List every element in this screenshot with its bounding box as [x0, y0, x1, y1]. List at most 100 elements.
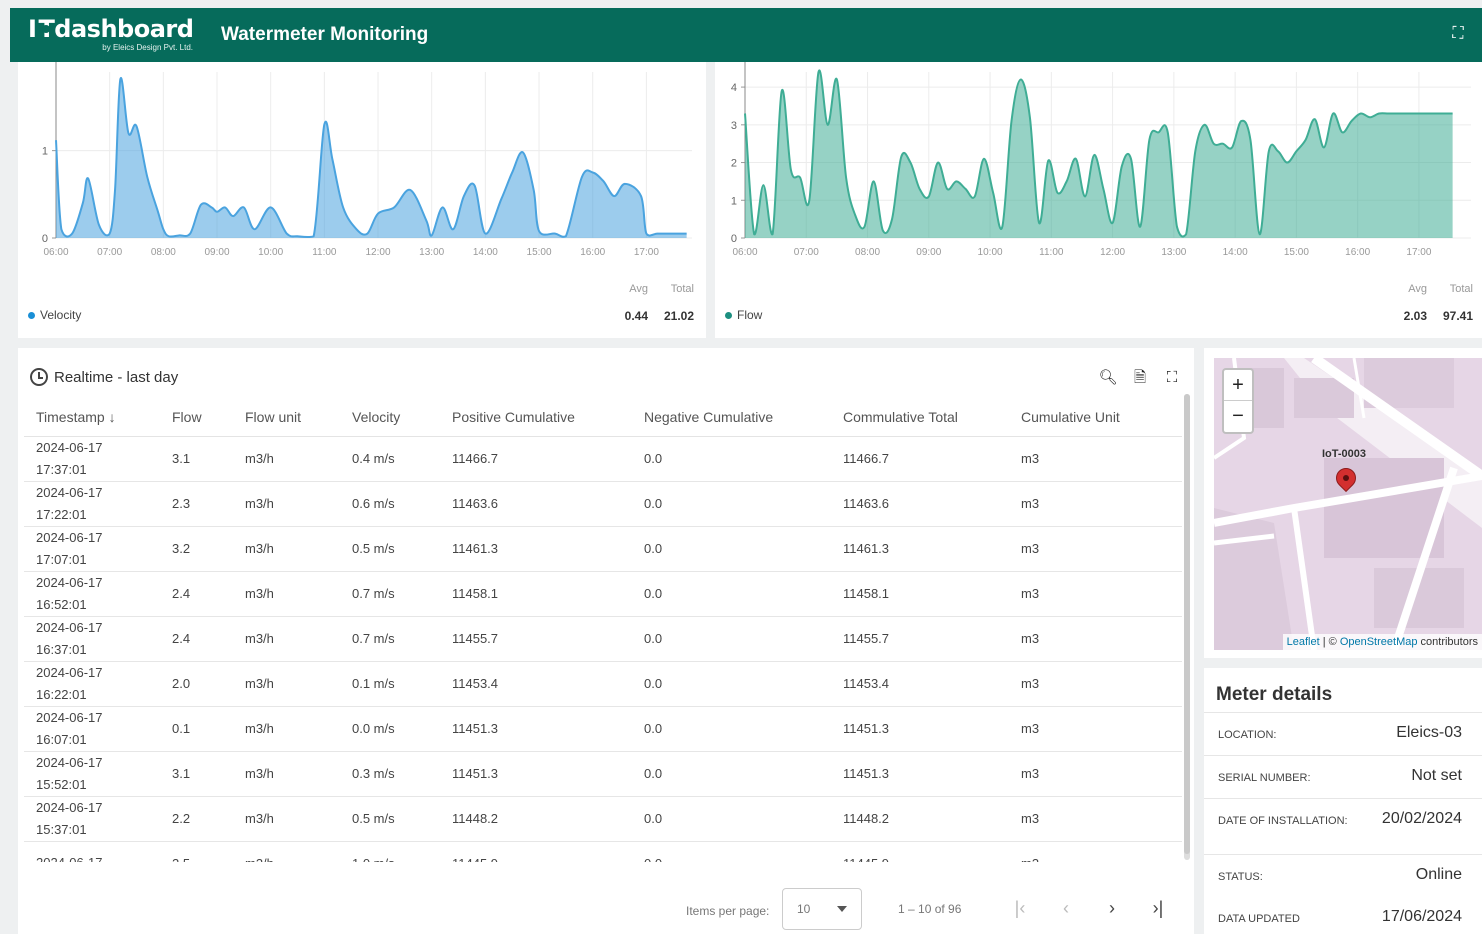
x-tick-label: 13:00 [419, 247, 444, 258]
cell-timestamp: 2024-06-17 16:37:01 [24, 616, 160, 662]
table-row[interactable]: 2024-06-17 15:52:01 3.1 m3/h 0.3 m/s 11451.3 0… [24, 751, 1182, 797]
first-page-icon[interactable]: |‹ [1008, 896, 1032, 920]
column-header-timestamp[interactable]: Timestamp ↓ [24, 398, 160, 437]
timestamp-time: 15:52:01 [36, 776, 87, 792]
legend-label: Velocity [40, 308, 82, 322]
table-cell: 2.0 [160, 661, 233, 707]
paginator: Items per page: 10 1 – 10 of 96 |‹ ‹ › ›… [18, 862, 1194, 934]
meter-key: DATA UPDATED [1218, 913, 1300, 925]
timestamp-time: 16:52:01 [36, 596, 87, 612]
table-row[interactable]: 2024-06-17 16:52:01 2.4 m3/h 0.7 m/s 11458.1 0… [24, 571, 1182, 617]
flow-chart: 06:00 07:00 08:00 09:00 10:00 11:00 12:00 13:00… [731, 62, 1471, 258]
table-cell: 11448.2 [440, 796, 632, 842]
table-cell: 11451.3 [440, 751, 632, 797]
table-cell: 0.0 [632, 436, 831, 482]
table-row[interactable]: 2024-06-17 16:37:01 2.4 m3/h 0.7 m/s 11455.7 0… [24, 616, 1182, 662]
table-cell: m3/h [233, 436, 340, 482]
x-tick-label: 09:00 [916, 247, 941, 258]
legend-dot-icon [28, 311, 35, 319]
last-page-icon[interactable]: ›| [1146, 896, 1170, 920]
column-header[interactable]: Flow unit [233, 398, 340, 437]
x-tick-label: 15:00 [527, 247, 552, 258]
y-tick-label: 0 [42, 233, 48, 245]
leaflet-link[interactable]: Leaflet [1287, 636, 1320, 648]
total-value: 21.02 [663, 309, 694, 323]
zoom-in-button[interactable]: + [1224, 370, 1252, 401]
velocity-legend[interactable]: Velocity [28, 308, 81, 322]
meter-key: LOCATION: [1218, 729, 1277, 741]
table-cell: 11453.4 [831, 661, 1009, 707]
column-header[interactable]: Positive Cumulative [440, 398, 632, 437]
flow-chart-card: 06:00 07:00 08:00 09:00 10:00 11:00 12:00 13:00… [715, 62, 1482, 338]
table-cell: 0.5 m/s [340, 526, 440, 572]
table-cell: 0.0 [632, 526, 831, 572]
table-cell: 11466.7 [831, 436, 1009, 482]
y-tick-label: 2 [731, 158, 737, 170]
table-cell: m3/h [233, 616, 340, 662]
realtime-data-table: Timestamp ↓ Flow Flow unit Velocity Posi… [24, 398, 1182, 862]
table-cell: 0.0 [632, 571, 831, 617]
table-cell: 11448.2 [831, 796, 1009, 842]
fullscreen-icon[interactable]: ⛶ [1162, 368, 1182, 388]
page-size-select[interactable]: 10 [782, 888, 862, 930]
table-cell: 11463.6 [440, 481, 632, 527]
timestamp-date: 2024-06-17 [36, 439, 103, 455]
table-cell: 0.0 m/s [340, 706, 440, 752]
column-header[interactable]: Flow [160, 398, 233, 437]
timestamp-time: 17:22:01 [36, 506, 87, 522]
arrow-down-icon: ↓ [108, 408, 116, 425]
page-title: Watermeter Monitoring [221, 24, 429, 45]
x-tick-label: 14:00 [473, 247, 498, 258]
osm-link[interactable]: OpenStreetMap [1340, 636, 1418, 648]
timestamp-date: 2024-06-17 [36, 484, 103, 500]
avg-value: 0.44 [624, 309, 648, 323]
timestamp-date: 2024-06-17 [36, 664, 103, 680]
table-cell: 11461.3 [831, 526, 1009, 572]
cell-timestamp: 2024-06-17 15:37:01 [24, 796, 160, 842]
avg-label: Avg [1408, 283, 1427, 295]
table-row[interactable]: 2024-06-17 15:37:01 2.2 m3/h 0.5 m/s 11448.2 0… [24, 796, 1182, 842]
x-tick-label: 12:00 [366, 247, 391, 258]
cell-timestamp: 2024-06-17 16:52:01 [24, 571, 160, 617]
meter-value: Not set [1411, 767, 1462, 784]
table-scroll-area[interactable]: Realtime - last day 🔍︎ 🗎︎ ⛶ Timestamp ↓ … [18, 348, 1194, 862]
timestamp-date: 2024-06-17 [36, 754, 103, 770]
map-view[interactable]: + − IoT-0003 Leaflet | © OpenStreetMap c… [1214, 358, 1482, 650]
table-cell: m3/h [233, 526, 340, 572]
column-header[interactable]: Negative Cumulative [632, 398, 831, 437]
timestamp-date: 2024-06-17 [36, 852, 160, 862]
table-cell: m3/h [233, 706, 340, 752]
table-row[interactable]: 2024-06-17 17:37:01 3.1 m3/h 0.4 m/s 11466.7 0… [24, 436, 1182, 482]
table-row[interactable]: 2024-06-17 17:22:01 2.3 m3/h 0.6 m/s 11463.6 0… [24, 481, 1182, 527]
x-tick-label: 10:00 [978, 247, 1003, 258]
meter-value: 17/06/2024 [1381, 908, 1462, 925]
table-row[interactable]: 2024-06-172.5m3/h1.0 m/s11445.90.011445.… [24, 841, 1182, 862]
previous-page-icon[interactable]: ‹ [1054, 896, 1078, 920]
search-icon[interactable]: 🔍︎ [1098, 368, 1118, 388]
x-tick-label: 13:00 [1161, 247, 1186, 258]
table-cell: 0.0 [632, 616, 831, 662]
column-header[interactable]: Cumulative Unit [1009, 398, 1182, 437]
column-header[interactable]: Velocity [340, 398, 440, 437]
series-area [745, 70, 1453, 239]
table-row[interactable]: 2024-06-17 17:07:01 3.2 m3/h 0.5 m/s 11461.3 0… [24, 526, 1182, 572]
table-cell: m3 [1009, 751, 1182, 797]
next-page-icon[interactable]: › [1100, 896, 1124, 920]
table-cell: m3 [1009, 616, 1182, 662]
fullscreen-icon[interactable]: ⛶ [1448, 25, 1468, 45]
y-tick-label: 4 [731, 82, 737, 94]
flow-legend[interactable]: Flow [725, 308, 762, 322]
table-row[interactable]: 2024-06-17 16:07:01 0.1 m3/h 0.0 m/s 11451.3 0… [24, 706, 1182, 752]
column-header[interactable]: Commulative Total [831, 398, 1009, 437]
export-file-icon[interactable]: 🗎︎ [1130, 368, 1150, 388]
meter-key: STATUS: [1218, 871, 1263, 883]
total-label: Total [670, 283, 694, 295]
table-cell: 0.4 m/s [340, 436, 440, 482]
attrib-text: contributors [1417, 636, 1478, 648]
y-tick-label: 1 [731, 195, 737, 207]
vertical-scrollbar[interactable] [1184, 394, 1190, 860]
x-tick-label: 14:00 [1223, 247, 1248, 258]
table-row[interactable]: 2024-06-17 16:22:01 2.0 m3/h 0.1 m/s 11453.4 0… [24, 661, 1182, 707]
table-cell: 0.6 m/s [340, 481, 440, 527]
zoom-out-button[interactable]: − [1224, 401, 1252, 432]
